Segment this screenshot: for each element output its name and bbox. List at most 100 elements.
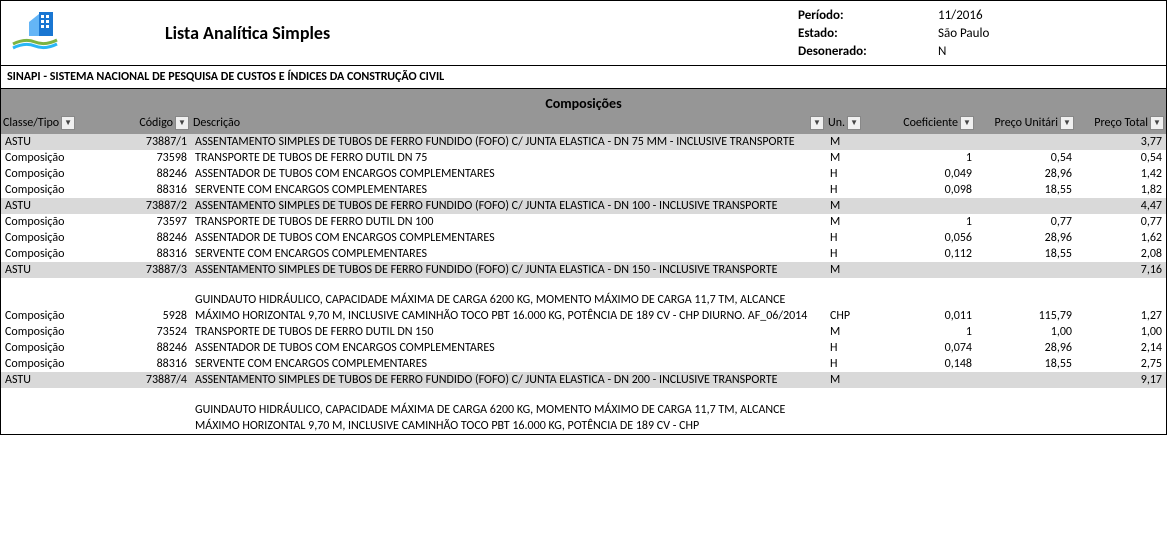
filter-icon[interactable]: ▼ (847, 116, 861, 130)
cell-pt: 9,17 (1076, 372, 1166, 388)
cell-codigo: 73887/3 (111, 262, 191, 278)
title-area: Lista Analítica Simples (65, 5, 798, 61)
cell-pt: 1,62 (1076, 230, 1166, 246)
cell-pu: 0,77 (976, 214, 1076, 230)
cell-desc: ASSENTAMENTO SIMPLES DE TUBOS DE FERRO F… (191, 262, 826, 278)
cell-un: M (826, 134, 886, 150)
table-row[interactable]: Composição88246ASSENTADOR DE TUBOS COM E… (1, 166, 1166, 182)
group-row[interactable]: ASTU73887/2ASSENTAMENTO SIMPLES DE TUBOS… (1, 198, 1166, 214)
cell-un: M (826, 324, 886, 340)
col-desc-label: Descrição (193, 116, 240, 130)
cell-classe: Composição (1, 324, 111, 340)
filter-icon[interactable]: ▼ (1150, 116, 1164, 130)
cell-coef: 1 (886, 214, 976, 230)
table-row[interactable]: Composição73524TRANSPORTE DE TUBOS DE FE… (1, 324, 1166, 340)
group-row[interactable]: ASTU73887/3ASSENTAMENTO SIMPLES DE TUBOS… (1, 262, 1166, 278)
cell-desc: ASSENTAMENTO SIMPLES DE TUBOS DE FERRO F… (191, 198, 826, 214)
table-row[interactable]: GUINDAUTO HIDRÁULICO, CAPACIDADE MÁXIMA … (1, 388, 1166, 434)
cell-pt: 1,00 (1076, 324, 1166, 340)
table-row[interactable]: Composição88316SERVENTE COM ENCARGOS COM… (1, 246, 1166, 262)
table-row[interactable]: Composição73597TRANSPORTE DE TUBOS DE FE… (1, 214, 1166, 230)
section-title: Composições (1, 89, 1166, 114)
cell-un: M (826, 198, 886, 214)
cell-pt: 3,77 (1076, 134, 1166, 150)
col-pt-label: Preço Total (1094, 116, 1148, 130)
cell-classe: Composição (1, 356, 111, 372)
column-headers: Classe/Tipo ▼ Código ▼ Descrição ▼ Un. ▼… (1, 114, 1166, 134)
col-coef-label: Coeficiente (903, 116, 958, 130)
deson-value: N (938, 43, 1158, 61)
cell-codigo: 73524 (111, 324, 191, 340)
cell-classe: Composição (1, 230, 111, 246)
table-row[interactable]: Composição88316SERVENTE COM ENCARGOS COM… (1, 182, 1166, 198)
table-row[interactable]: Composição88316SERVENTE COM ENCARGOS COM… (1, 356, 1166, 372)
report-title: Lista Analítica Simples (165, 22, 330, 44)
cell-codigo: 88316 (111, 246, 191, 262)
cell-coef: 0,049 (886, 166, 976, 182)
system-subtitle: SINAPI - SISTEMA NACIONAL DE PESQUISA DE… (1, 66, 1166, 89)
cell-classe: Composição (1, 150, 111, 166)
cell-un: H (826, 230, 886, 246)
cell-classe: ASTU (1, 262, 111, 278)
filter-icon[interactable]: ▼ (175, 116, 189, 130)
cell-desc: GUINDAUTO HIDRÁULICO, CAPACIDADE MÁXIMA … (191, 278, 826, 324)
cell-un: H (826, 356, 886, 372)
data-body: ASTU73887/1ASSENTAMENTO SIMPLES DE TUBOS… (1, 134, 1166, 434)
cell-codigo: 5928 (111, 308, 191, 324)
cell-codigo: 73597 (111, 214, 191, 230)
cell-pt: 1,82 (1076, 182, 1166, 198)
cell-pt: 2,14 (1076, 340, 1166, 356)
period-label: Período: (798, 7, 938, 25)
cell-pt: 0,54 (1076, 150, 1166, 166)
cell-pu: 0,54 (976, 150, 1076, 166)
filter-icon[interactable]: ▼ (1060, 116, 1074, 130)
cell-pt: 4,47 (1076, 198, 1166, 214)
cell-codigo: 88246 (111, 340, 191, 356)
meta-area: Período: 11/2016 Estado: São Paulo Deson… (798, 5, 1158, 61)
cell-classe: ASTU (1, 198, 111, 214)
period-value: 11/2016 (938, 7, 1158, 25)
table-row[interactable]: Composição88246ASSENTADOR DE TUBOS COM E… (1, 230, 1166, 246)
cell-un: CHP (826, 308, 886, 324)
cell-pt: 1,42 (1076, 166, 1166, 182)
col-pu-label: Preço Unitári (994, 116, 1058, 130)
state-value: São Paulo (938, 25, 1158, 43)
cell-classe: Composição (1, 308, 111, 324)
filter-icon[interactable]: ▼ (960, 116, 974, 130)
cell-desc: TRANSPORTE DE TUBOS DE FERRO DUTIL DN 15… (191, 324, 826, 340)
cell-pu: 28,96 (976, 166, 1076, 182)
cell-codigo: 73887/1 (111, 134, 191, 150)
col-un-label: Un. (828, 116, 845, 130)
table-row[interactable]: Composição5928GUINDAUTO HIDRÁULICO, CAPA… (1, 278, 1166, 324)
cell-desc: TRANSPORTE DE TUBOS DE FERRO DUTIL DN 10… (191, 214, 826, 230)
filter-icon[interactable]: ▼ (810, 116, 824, 130)
group-row[interactable]: ASTU73887/1ASSENTAMENTO SIMPLES DE TUBOS… (1, 134, 1166, 150)
table-row[interactable]: Composição73598TRANSPORTE DE TUBOS DE FE… (1, 150, 1166, 166)
cell-pu: 28,96 (976, 230, 1076, 246)
cell-coef: 0,148 (886, 356, 976, 372)
cell-desc: SERVENTE COM ENCARGOS COMPLEMENTARES (191, 356, 826, 372)
cell-classe: Composição (1, 246, 111, 262)
cell-desc: GUINDAUTO HIDRÁULICO, CAPACIDADE MÁXIMA … (191, 388, 826, 434)
cell-classe: Composição (1, 214, 111, 230)
cell-classe: Composição (1, 182, 111, 198)
col-classe-label: Classe/Tipo (3, 116, 59, 130)
cell-un: H (826, 182, 886, 198)
table-row[interactable]: Composição88246ASSENTADOR DE TUBOS COM E… (1, 340, 1166, 356)
state-label: Estado: (798, 25, 938, 43)
cell-desc: ASSENTADOR DE TUBOS COM ENCARGOS COMPLEM… (191, 166, 826, 182)
cell-codigo: 88316 (111, 182, 191, 198)
cell-pu: 1,00 (976, 324, 1076, 340)
cell-coef: 0,011 (886, 308, 976, 324)
cell-classe: ASTU (1, 134, 111, 150)
cell-pu: 18,55 (976, 182, 1076, 198)
cell-un: H (826, 340, 886, 356)
cell-classe: Composição (1, 340, 111, 356)
cell-codigo: 88246 (111, 166, 191, 182)
cell-coef: 1 (886, 324, 976, 340)
cell-coef: 1 (886, 150, 976, 166)
cell-un: M (826, 372, 886, 388)
filter-icon[interactable]: ▼ (61, 116, 75, 130)
deson-label: Desonerado: (798, 43, 938, 61)
group-row[interactable]: ASTU73887/4ASSENTAMENTO SIMPLES DE TUBOS… (1, 372, 1166, 388)
